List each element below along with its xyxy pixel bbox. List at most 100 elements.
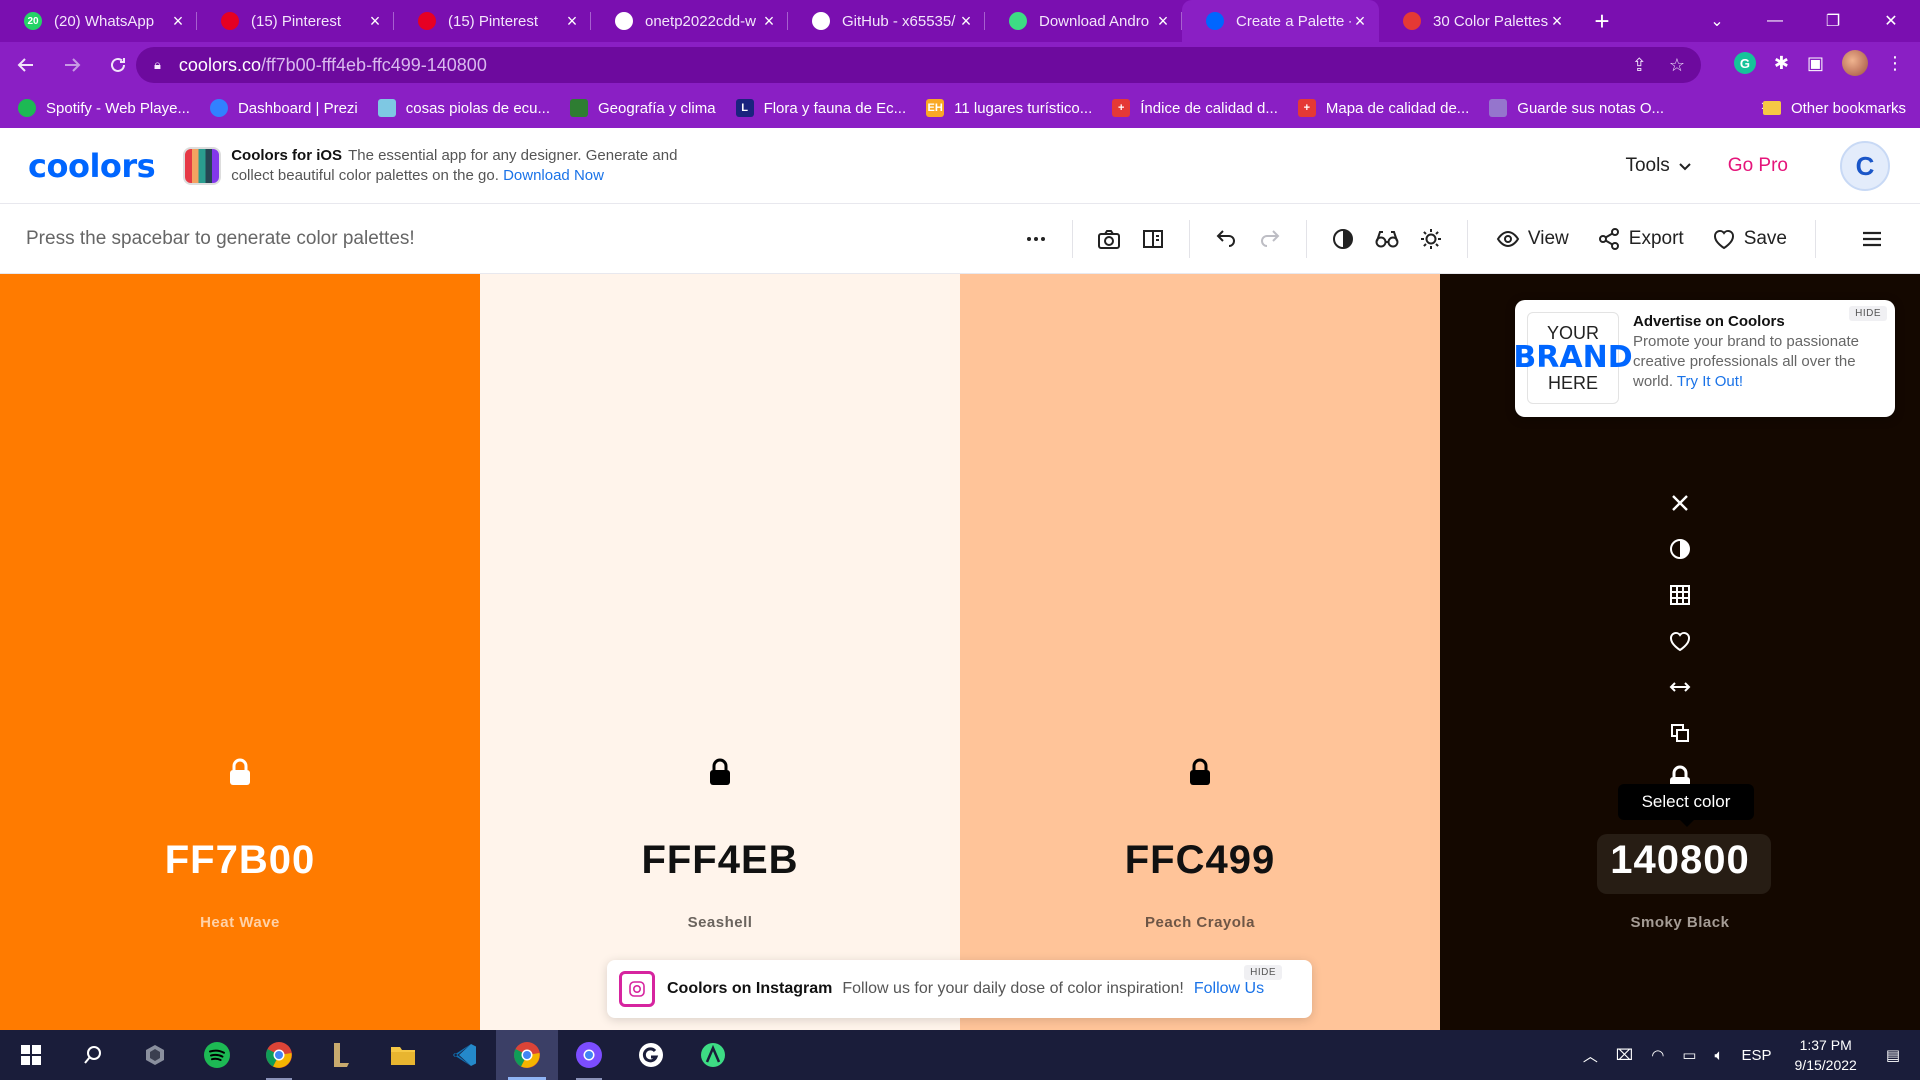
tab-search-icon[interactable]: ⌄ xyxy=(1688,11,1746,31)
hex-code[interactable]: 140800 xyxy=(1440,838,1920,883)
hex-code[interactable]: FFC499 xyxy=(960,838,1440,883)
close-tab-icon[interactable]: × xyxy=(1154,11,1172,32)
volume-icon[interactable]: 🔈︎ xyxy=(1714,1047,1723,1064)
share-icon[interactable]: ⇪ xyxy=(1632,55,1647,76)
go-pro-link[interactable]: Go Pro xyxy=(1728,155,1788,177)
view-button[interactable]: View xyxy=(1496,227,1569,251)
color-swatch[interactable]: FFC499 Peach Crayola xyxy=(960,274,1440,1030)
browser-tab[interactable]: Download Andro × xyxy=(985,0,1182,42)
profile-avatar[interactable] xyxy=(1842,50,1868,76)
browser-tab[interactable]: Create a Palette - × xyxy=(1182,0,1379,42)
color-blindness-glasses-icon[interactable] xyxy=(1365,217,1409,261)
browser-tab[interactable]: 30 Color Palettes × xyxy=(1379,0,1576,42)
hide-ad-button[interactable]: HIDE xyxy=(1849,306,1887,321)
tools-menu[interactable]: Tools xyxy=(1625,155,1691,177)
chrome-profile-icon[interactable] xyxy=(558,1030,620,1080)
color-swatch[interactable]: FF7B00 Heat Wave xyxy=(0,274,480,1030)
hex-code[interactable]: FFF4EB xyxy=(480,838,960,883)
lock-icon[interactable] xyxy=(1188,758,1212,786)
vscode-icon[interactable] xyxy=(434,1030,496,1080)
bookmark-star-icon[interactable]: ☆ xyxy=(1669,55,1685,76)
hide-instagram-button[interactable]: HIDE xyxy=(1244,965,1282,980)
chrome-icon[interactable] xyxy=(248,1030,310,1080)
download-now-link[interactable]: Download Now xyxy=(503,167,604,184)
close-window-button[interactable]: ✕ xyxy=(1862,11,1920,31)
camera-icon[interactable] xyxy=(1087,217,1131,261)
favorite-heart-icon[interactable] xyxy=(1657,618,1703,664)
browser-tab[interactable]: 20 (20) WhatsApp × xyxy=(0,0,197,42)
url-text[interactable]: coolors.co/ff7b00-fff4eb-ffc499-140800 xyxy=(179,55,1632,76)
brightness-icon[interactable] xyxy=(1409,217,1453,261)
hamburger-menu-icon[interactable] xyxy=(1850,217,1894,261)
view-panel-icon[interactable] xyxy=(1131,217,1175,261)
extensions-puzzle-icon[interactable]: ✱ xyxy=(1774,53,1789,74)
forward-button[interactable] xyxy=(52,45,92,85)
close-tab-icon[interactable]: × xyxy=(366,11,384,32)
undo-icon[interactable] xyxy=(1204,217,1248,261)
new-tab-button[interactable]: + xyxy=(1582,0,1622,42)
other-bookmarks[interactable]: Other bookmarks xyxy=(1762,88,1906,128)
notifications-icon[interactable]: ▤ xyxy=(1886,1046,1900,1064)
close-tab-icon[interactable]: × xyxy=(563,11,581,32)
color-name[interactable]: Smoky Black xyxy=(1440,914,1920,931)
close-tab-icon[interactable]: × xyxy=(1351,11,1369,32)
spotify-icon[interactable] xyxy=(186,1030,248,1080)
bookmark-item[interactable]: + Mapa de calidad de... xyxy=(1297,99,1469,117)
search-icon[interactable] xyxy=(62,1030,124,1080)
color-swatch[interactable]: FFF4EB Seashell xyxy=(480,274,960,1030)
omnibox[interactable]: 🔒︎ coolors.co/ff7b00-fff4eb-ffc499-14080… xyxy=(136,47,1701,83)
bookmark-item[interactable]: + Índice de calidad d... xyxy=(1112,99,1278,117)
drag-arrows-icon[interactable] xyxy=(1657,664,1703,710)
language-indicator[interactable]: ESP xyxy=(1742,1047,1772,1064)
more-options-icon[interactable] xyxy=(1014,217,1058,261)
contrast-icon[interactable] xyxy=(1657,526,1703,572)
android-studio-icon[interactable] xyxy=(682,1030,744,1080)
show-hidden-icons-icon[interactable]: ︿ xyxy=(1583,1045,1598,1066)
remove-color-icon[interactable] xyxy=(1657,480,1703,526)
browser-tab[interactable]: (15) Pinterest × xyxy=(394,0,591,42)
bookmark-item[interactable]: EH 11 lugares turístico... xyxy=(926,99,1092,117)
hex-code[interactable]: FF7B00 xyxy=(0,838,480,883)
close-tab-icon[interactable]: × xyxy=(957,11,975,32)
coolors-logo[interactable]: coolors xyxy=(28,147,156,185)
color-name[interactable]: Seashell xyxy=(480,914,960,931)
browser-tab[interactable]: onetp2022cdd-w × xyxy=(591,0,788,42)
lock-icon[interactable] xyxy=(708,758,732,786)
copy-icon[interactable] xyxy=(1657,710,1703,756)
grammarly-icon[interactable]: G xyxy=(1733,52,1756,74)
league-app-icon[interactable] xyxy=(310,1030,372,1080)
bookmark-item[interactable]: Geografía y clima xyxy=(570,99,716,117)
bookmark-item[interactable]: Dashboard | Prezi xyxy=(209,99,358,117)
bookmark-item[interactable]: cosas piolas de ecu... xyxy=(377,99,550,117)
browser-tab[interactable]: (15) Pinterest × xyxy=(197,0,394,42)
redo-icon[interactable] xyxy=(1248,217,1292,261)
close-tab-icon[interactable]: × xyxy=(1548,11,1566,32)
clock[interactable]: 1:37 PM 9/15/2022 xyxy=(1795,1035,1857,1075)
try-it-out-link[interactable]: Try It Out! xyxy=(1677,373,1743,390)
meet-now-icon[interactable]: ⌧ xyxy=(1616,1046,1633,1064)
minimize-button[interactable]: — xyxy=(1746,12,1804,30)
export-button[interactable]: Export xyxy=(1597,227,1684,251)
reload-button[interactable] xyxy=(98,45,138,85)
wifi-icon[interactable]: ◠ xyxy=(1651,1046,1664,1064)
bookmark-item[interactable]: Spotify - Web Playe... xyxy=(18,99,190,117)
your-brand-here-image[interactable]: YOUR BRAND HERE xyxy=(1513,312,1633,404)
bookmark-item[interactable]: Guarde sus notas O... xyxy=(1489,99,1664,117)
close-tab-icon[interactable]: × xyxy=(169,11,187,32)
github-desktop-icon[interactable] xyxy=(620,1030,682,1080)
battery-icon[interactable]: ▭ xyxy=(1682,1046,1696,1064)
windows-start-icon[interactable] xyxy=(0,1030,62,1080)
chrome-icon[interactable] xyxy=(496,1030,558,1080)
close-tab-icon[interactable]: × xyxy=(760,11,778,32)
back-button[interactable] xyxy=(6,45,46,85)
lock-icon[interactable]: 🔒︎ xyxy=(154,57,161,73)
hexagon-app-icon[interactable] xyxy=(124,1030,186,1080)
user-avatar[interactable]: C xyxy=(1840,141,1890,191)
side-panel-icon[interactable]: ▣ xyxy=(1807,53,1824,74)
browser-tab[interactable]: GitHub - x65535/× xyxy=(788,0,985,42)
color-name[interactable]: Heat Wave xyxy=(0,914,480,931)
contrast-icon[interactable] xyxy=(1321,217,1365,261)
save-button[interactable]: Save xyxy=(1712,227,1787,251)
lock-icon[interactable] xyxy=(228,758,252,786)
file-explorer-icon[interactable] xyxy=(372,1030,434,1080)
